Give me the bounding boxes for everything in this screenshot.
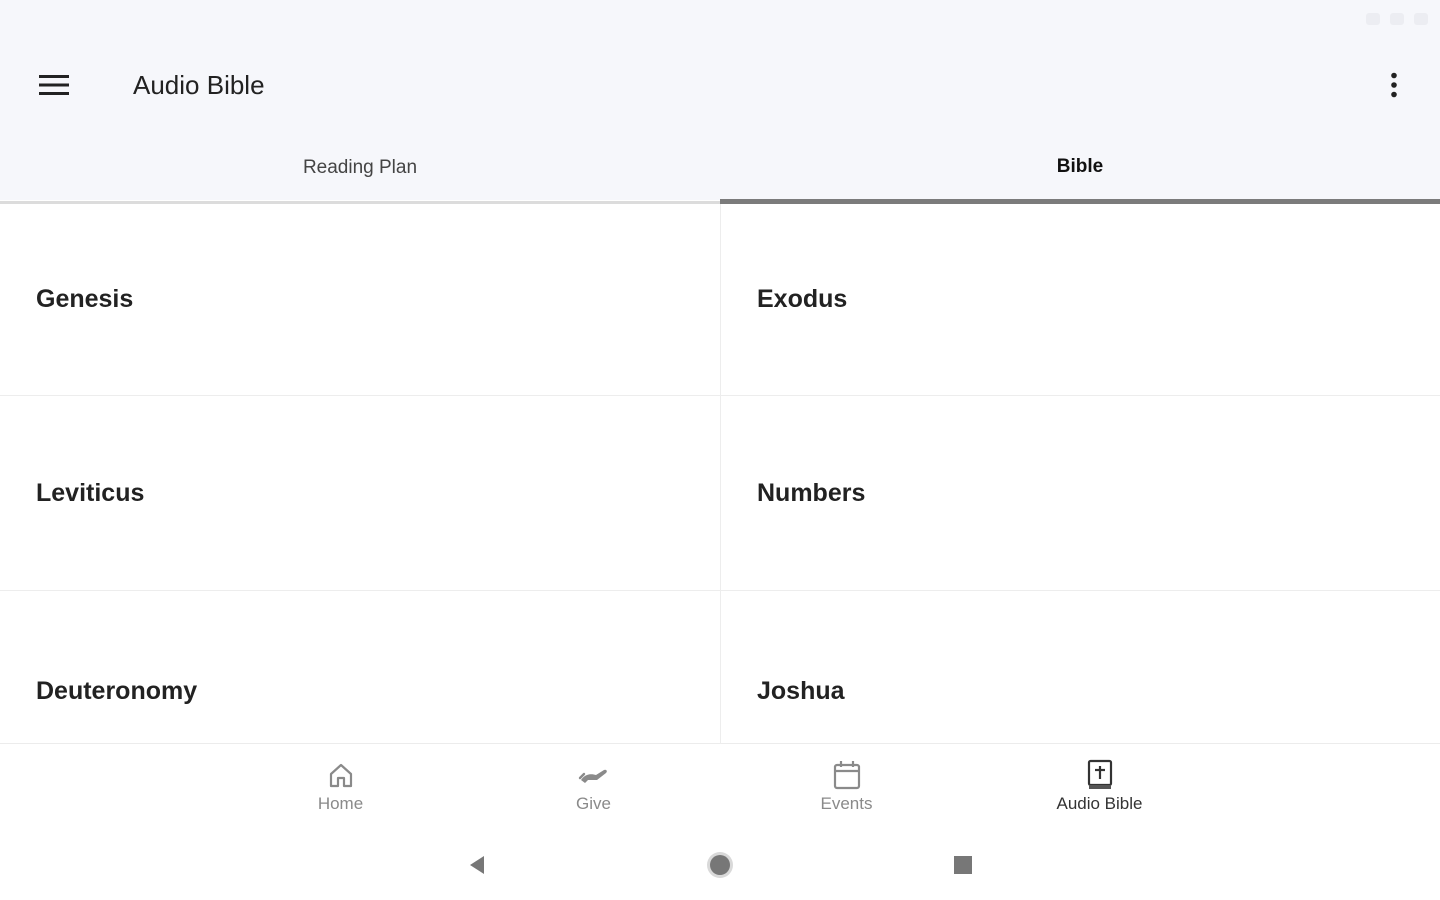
menu-button[interactable]: [26, 62, 82, 108]
calendar-icon: [831, 759, 863, 791]
nav-item-events[interactable]: Events: [720, 745, 973, 825]
tab-label: Bible: [1056, 155, 1104, 177]
book-item-genesis[interactable]: Genesis: [0, 204, 721, 396]
book-item-leviticus[interactable]: Leviticus: [0, 396, 721, 591]
system-nav-bar: [0, 830, 1440, 900]
system-recents-button[interactable]: [842, 835, 1085, 895]
nav-label: Events: [820, 794, 873, 813]
more-vert-icon: [1391, 72, 1397, 98]
book-label: Genesis: [36, 285, 134, 313]
tab-bible[interactable]: Bible: [720, 140, 1440, 204]
book-item-joshua[interactable]: Joshua: [721, 591, 1440, 744]
nav-item-give[interactable]: Give: [467, 745, 720, 825]
tab-reading-plan[interactable]: Reading Plan: [0, 140, 720, 204]
book-label: Numbers: [757, 478, 866, 507]
book-label: Deuteronomy: [36, 677, 198, 705]
app-bar: Audio Bible Reading Plan Bible: [0, 0, 1440, 204]
nav-label: Give: [576, 794, 611, 813]
book-item-deuteronomy[interactable]: Deuteronomy: [0, 591, 721, 744]
wifi-icon: [1390, 13, 1404, 25]
system-back-button[interactable]: [356, 835, 599, 895]
back-triangle-icon: [470, 856, 484, 874]
nav-label: Audio Bible: [1056, 794, 1143, 813]
battery-icon: [1414, 13, 1428, 25]
page-title: Audio Bible: [133, 70, 265, 100]
overflow-menu-button[interactable]: [1372, 62, 1416, 108]
app-root: Audio Bible Reading Plan Bible Genesis E…: [0, 0, 1440, 900]
book-item-numbers[interactable]: Numbers: [721, 396, 1440, 591]
hamburger-menu-icon: [39, 75, 69, 95]
status-bar: [1278, 10, 1428, 28]
book-label: Exodus: [757, 285, 848, 313]
tab-label: Reading Plan: [302, 156, 418, 178]
nav-label: Home: [317, 794, 364, 813]
nav-item-audio-bible[interactable]: Audio Bible: [973, 745, 1226, 825]
book-grid: Genesis Exodus Leviticus Numbers Deutero…: [0, 204, 1440, 744]
book-label: Leviticus: [36, 478, 145, 507]
tab-bar: Reading Plan Bible: [0, 140, 1440, 204]
home-circle-icon: [707, 852, 733, 878]
recents-square-icon: [954, 856, 972, 874]
nav-item-home[interactable]: Home: [214, 745, 467, 825]
book-label: Joshua: [757, 677, 845, 705]
system-home-button[interactable]: [599, 835, 842, 895]
bible-icon: [1084, 759, 1116, 791]
bottom-nav: Home Give Events Audio Bible: [0, 745, 1440, 825]
signal-icon: [1366, 13, 1380, 25]
book-item-exodus[interactable]: Exodus: [721, 204, 1440, 396]
home-icon: [325, 759, 357, 791]
give-hand-icon: [578, 759, 610, 791]
